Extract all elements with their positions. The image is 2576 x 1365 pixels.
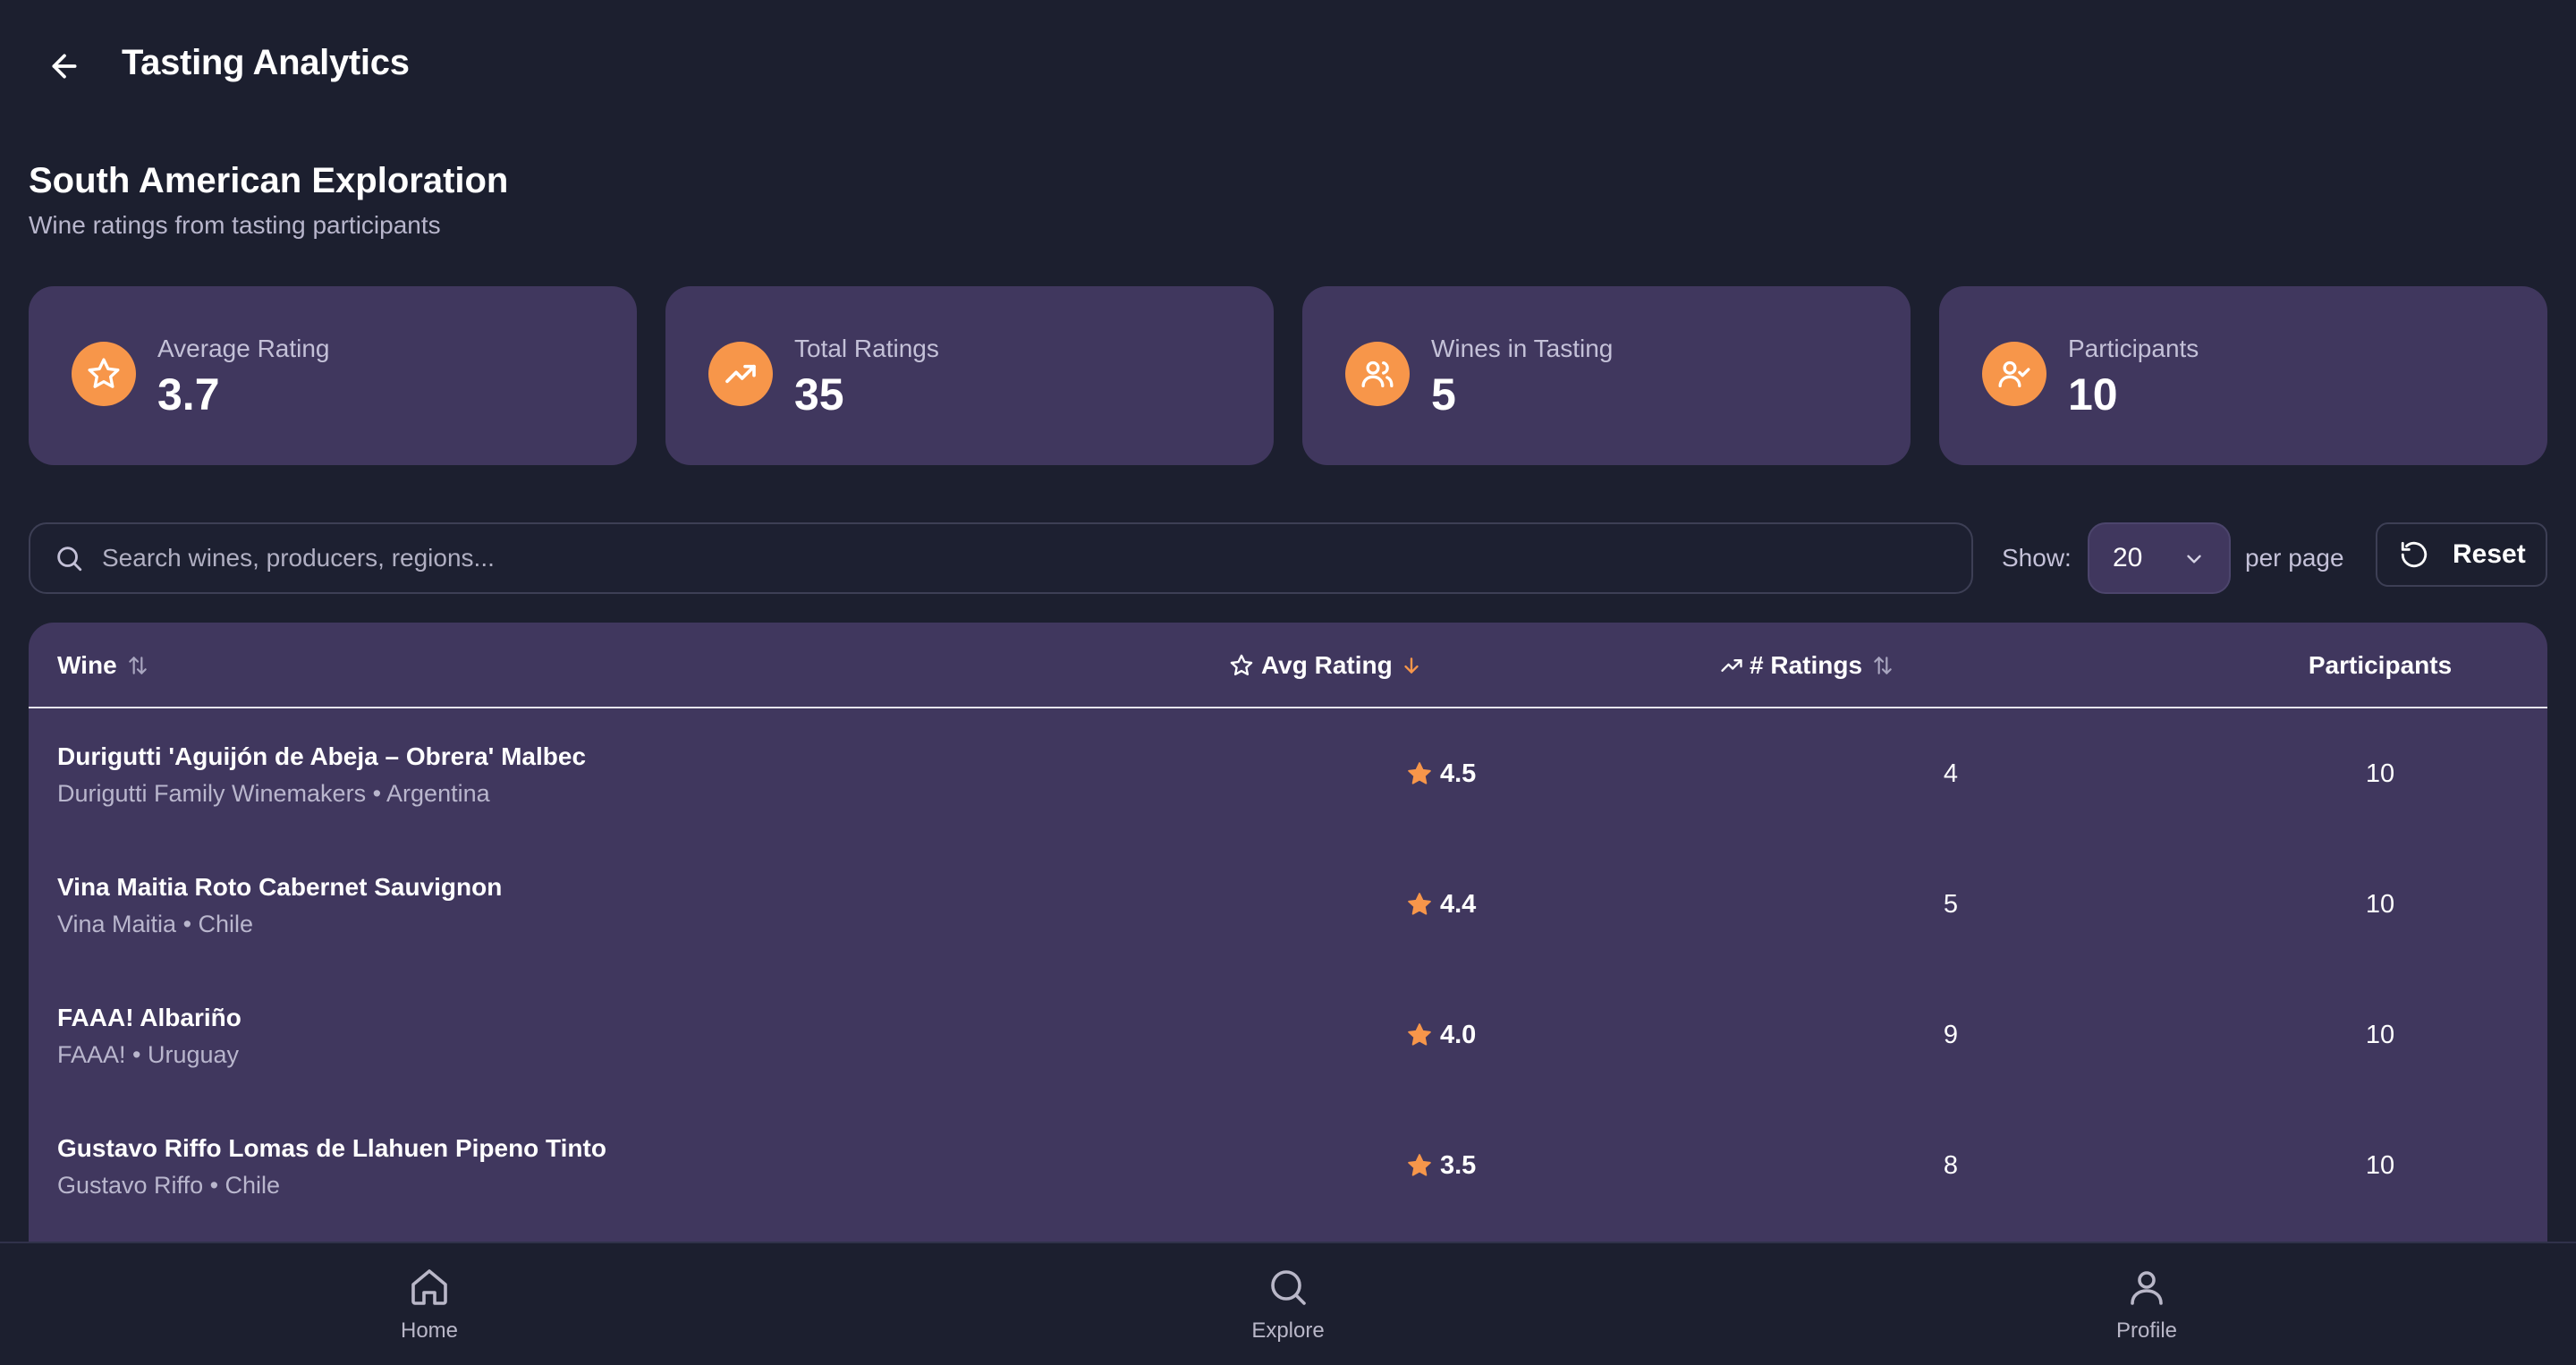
per-page-select[interactable]: 20: [2088, 522, 2231, 594]
stat-card-participants: Participants 10: [1939, 286, 2547, 465]
wine-cell: Vina Maitia Roto Cabernet Sauvignon Vina…: [57, 873, 502, 938]
wine-cell: Durigutti 'Aguijón de Abeja – Obrera' Ma…: [57, 742, 586, 808]
stat-card-average-rating: Average Rating 3.7: [29, 286, 637, 465]
nav-label: Home: [400, 1318, 459, 1343]
per-page-value: 20: [2113, 543, 2143, 572]
avg-rating-value: 4.0: [1440, 1020, 1477, 1049]
nav-item-profile[interactable]: Profile: [2048, 1243, 2245, 1365]
table-row[interactable]: Durigutti 'Aguijón de Abeja – Obrera' Ma…: [29, 708, 2547, 839]
avg-rating-value: 4.4: [1440, 889, 1477, 919]
arrow-down-icon: [1400, 654, 1423, 677]
column-label: # Ratings: [1750, 651, 1863, 679]
wine-producer-region: FAAA! • Uruguay: [57, 1041, 240, 1068]
ratings-table: Wine Avg Rating # Ratings Participants D…: [29, 623, 2547, 1249]
stat-label: Participants: [2068, 335, 2199, 362]
stat-label: Wines in Tasting: [1431, 335, 1614, 362]
wine-name: Vina Maitia Roto Cabernet Sauvignon: [57, 873, 503, 901]
participants-cell: 10: [2365, 1150, 2395, 1180]
num-ratings-cell: 9: [1943, 1020, 1959, 1049]
column-header-avg-rating[interactable]: Avg Rating: [1229, 623, 1423, 708]
column-header-wine[interactable]: Wine: [57, 623, 149, 708]
wine-name: Durigutti 'Aguijón de Abeja – Obrera' Ma…: [57, 742, 587, 770]
participants-cell: 10: [2365, 889, 2395, 919]
search-box: [29, 522, 1973, 594]
star-filled-icon: [1406, 1152, 1433, 1179]
per-page-label: per page: [2245, 544, 2344, 572]
nav-item-home[interactable]: Home: [331, 1243, 528, 1365]
stat-value: 5: [1431, 369, 1456, 420]
star-icon: [1229, 653, 1254, 678]
star-icon: [72, 342, 136, 406]
star-filled-icon: [1406, 1022, 1433, 1048]
tasting-subtitle: Wine ratings from tasting participants: [29, 211, 441, 239]
top-bar: Tasting Analytics: [0, 0, 2576, 130]
table-header: Wine Avg Rating # Ratings Participants: [29, 623, 2547, 708]
table-row[interactable]: Vina Maitia Roto Cabernet Sauvignon Vina…: [29, 839, 2547, 970]
avg-rating-cell: 4.0: [1406, 970, 1540, 1100]
user-icon: [2125, 1265, 2168, 1310]
users-icon: [1345, 342, 1410, 406]
reset-label: Reset: [2453, 539, 2526, 569]
sort-icon: [126, 654, 149, 677]
wine-name: FAAA! Albariño: [57, 1004, 242, 1031]
trending-up-icon: [708, 342, 773, 406]
avg-rating-cell: 4.4: [1406, 839, 1540, 970]
arrow-left-icon: [52, 54, 77, 79]
wine-cell: FAAA! Albariño FAAA! • Uruguay: [57, 1004, 242, 1069]
avg-rating-cell: 4.5: [1406, 708, 1540, 839]
stat-card-wines-in-tasting: Wines in Tasting 5: [1302, 286, 1911, 465]
tasting-title: South American Exploration: [29, 161, 509, 200]
column-header-num-ratings[interactable]: # Ratings: [1719, 623, 1894, 708]
chevron-down-icon: [2182, 547, 2206, 575]
search-icon: [54, 542, 86, 574]
sort-icon: [1871, 654, 1894, 677]
rotate-ccw-icon: [2399, 539, 2431, 570]
wine-producer-region: Vina Maitia • Chile: [57, 911, 254, 937]
app-title: Tasting Analytics: [122, 43, 410, 82]
user-check-icon: [1982, 342, 2046, 406]
participants-cell: 10: [2365, 759, 2395, 788]
star-filled-icon: [1406, 760, 1433, 787]
nav-label: Profile: [2115, 1318, 2178, 1343]
stats-row: Average Rating 3.7 Total Ratings 35 Wine…: [29, 286, 2547, 465]
participants-cell: 10: [2365, 1020, 2395, 1049]
show-label: Show:: [2002, 544, 2072, 572]
avg-rating-value: 3.5: [1440, 1150, 1477, 1180]
wine-cell: Gustavo Riffo Lomas de Llahuen Pipeno Ti…: [57, 1134, 606, 1200]
star-filled-icon: [1406, 891, 1433, 918]
nav-item-explore[interactable]: Explore: [1190, 1243, 1386, 1365]
table-row[interactable]: Gustavo Riffo Lomas de Llahuen Pipeno Ti…: [29, 1100, 2547, 1231]
search-icon: [1267, 1265, 1309, 1310]
stat-card-total-ratings: Total Ratings 35: [665, 286, 1274, 465]
stat-value: 10: [2068, 369, 2118, 420]
avg-rating-cell: 3.5: [1406, 1100, 1540, 1231]
wine-producer-region: Durigutti Family Winemakers • Argentina: [57, 780, 490, 807]
column-label: Participants: [2308, 651, 2453, 679]
home-icon: [408, 1265, 451, 1310]
bottom-nav: Home Explore Profile: [0, 1242, 2576, 1365]
back-button[interactable]: [38, 39, 91, 93]
avg-rating-value: 4.5: [1440, 759, 1477, 788]
wine-producer-region: Gustavo Riffo • Chile: [57, 1172, 281, 1199]
page: Tasting Analytics South American Explora…: [0, 0, 2576, 1365]
num-ratings-cell: 4: [1943, 759, 1959, 788]
table-row[interactable]: FAAA! Albariño FAAA! • Uruguay 4.0 9 10: [29, 970, 2547, 1100]
stat-label: Total Ratings: [794, 335, 939, 362]
reset-button[interactable]: Reset: [2376, 522, 2547, 587]
trending-up-icon: [1719, 653, 1744, 678]
column-header-participants: Participants: [2279, 623, 2481, 708]
wine-name: Gustavo Riffo Lomas de Llahuen Pipeno Ti…: [57, 1134, 606, 1162]
stat-value: 3.7: [157, 369, 220, 420]
stat-value: 35: [794, 369, 844, 420]
num-ratings-cell: 5: [1943, 889, 1959, 919]
column-label: Avg Rating: [1261, 651, 1393, 679]
stat-label: Average Rating: [157, 335, 330, 362]
num-ratings-cell: 8: [1943, 1150, 1959, 1180]
nav-label: Explore: [1251, 1318, 1325, 1343]
column-label: Wine: [57, 651, 117, 679]
search-input[interactable]: [102, 544, 1971, 572]
